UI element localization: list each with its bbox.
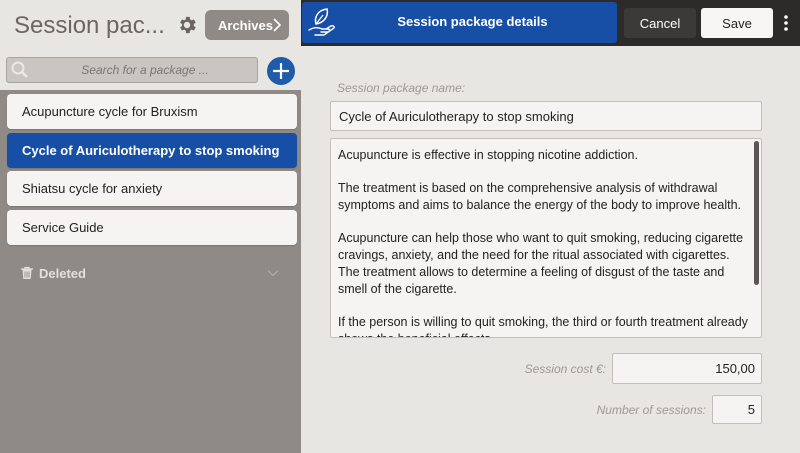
description-paragraph: The treatment is based on the comprehens… <box>338 181 742 213</box>
description-scrollbar[interactable] <box>754 141 759 285</box>
description-textarea[interactable]: Acupuncture is effective in stopping nic… <box>330 138 762 338</box>
description-paragraph: If the person is willing to quit smoking… <box>338 314 748 337</box>
trash-icon <box>21 266 33 279</box>
search-icon <box>11 61 28 78</box>
page-title: Session package details <box>397 14 548 29</box>
package-name-label: Session package name: <box>337 81 466 95</box>
leaf-hand-icon <box>308 8 335 36</box>
package-name-field[interactable]: Cycle of Auriculotherapy to stop smoking <box>330 101 762 131</box>
deleted-label: Deleted <box>39 265 86 281</box>
package-list-item-selected[interactable]: Cycle of Auriculotherapy to stop smoking <box>7 133 297 168</box>
kebab-menu-icon[interactable] <box>781 13 791 33</box>
session-cost-label: Session cost €: <box>524 362 606 376</box>
description-paragraph: Acupuncture is effective in stopping nic… <box>338 148 638 162</box>
description-paragraph: Acupuncture can help those who want to q… <box>338 231 744 296</box>
gear-icon[interactable] <box>176 14 198 36</box>
chevron-down-icon[interactable] <box>267 267 279 279</box>
package-list-item[interactable]: Shiatsu cycle for anxiety <box>7 171 297 206</box>
search-box <box>6 57 258 83</box>
package-list-item[interactable]: Acupuncture cycle for Bruxism <box>7 94 297 129</box>
archives-label: Archives <box>218 17 273 33</box>
package-list-item[interactable]: Service Guide <box>7 210 297 245</box>
plus-icon <box>273 63 289 79</box>
archives-button[interactable]: Archives <box>205 10 289 40</box>
session-cost-field[interactable]: 150,00 <box>612 353 762 384</box>
save-button[interactable]: Save <box>701 8 773 38</box>
sessions-count-label: Number of sessions: <box>596 403 706 417</box>
cancel-button[interactable]: Cancel <box>624 8 696 38</box>
sessions-count-field[interactable]: 5 <box>712 395 762 424</box>
sidebar-title: Session pac... <box>14 12 165 39</box>
chevron-right-icon <box>273 18 282 32</box>
add-package-button[interactable] <box>265 55 297 87</box>
search-input[interactable] <box>37 60 253 80</box>
description-text: Acupuncture is effective in stopping nic… <box>338 147 748 337</box>
deleted-section[interactable]: Deleted <box>20 263 285 283</box>
